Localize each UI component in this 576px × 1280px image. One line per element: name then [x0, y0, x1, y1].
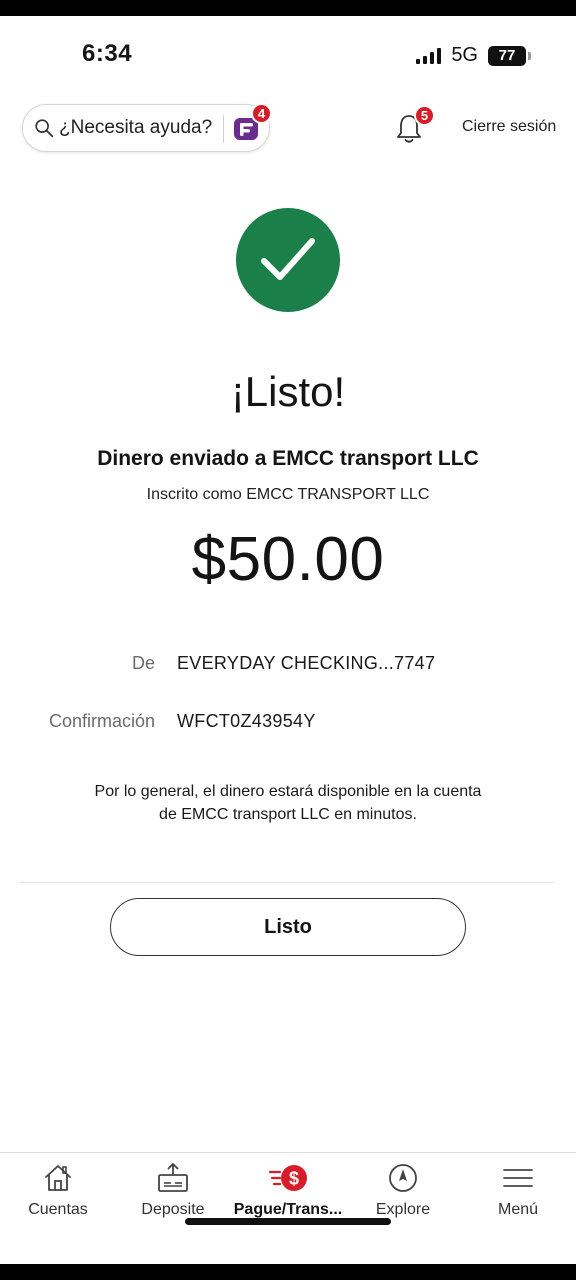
notifications-badge: 5	[414, 105, 435, 126]
battery-icon: 77	[488, 45, 531, 66]
screen: 6:34 5G 77 ¿Necesita ayuda? 4 5 Cierre s…	[0, 16, 576, 1264]
bottom-nav: Cuentas Deposite $ Pague/Trans... Explor…	[0, 1152, 576, 1264]
search-icon	[35, 119, 54, 138]
nav-label: Pague/Trans...	[233, 1201, 343, 1218]
svg-text:$: $	[289, 1169, 299, 1189]
nav-item-accounts[interactable]: Cuentas	[0, 1161, 116, 1219]
divider	[20, 882, 554, 883]
nav-item-deposit[interactable]: Deposite	[115, 1161, 231, 1219]
status-time: 6:34	[82, 40, 133, 67]
compass-icon	[389, 1164, 417, 1192]
signal-icon	[416, 47, 442, 64]
confirmation-label: Confirmación	[48, 711, 155, 731]
menu-icon	[503, 1169, 533, 1187]
from-account-row: De EVERYDAY CHECKING...7747	[0, 653, 576, 681]
from-label: De	[131, 653, 155, 673]
transfer-amount: $50.00	[191, 525, 385, 594]
nav-label: Cuentas	[28, 1201, 88, 1218]
help-badge: 4	[251, 103, 272, 124]
nav-item-pay-transfer[interactable]: $ Pague/Trans...	[230, 1161, 346, 1219]
pill-divider	[223, 115, 224, 143]
availability-note: Por lo general, el dinero estará disponi…	[94, 783, 482, 823]
signout-link[interactable]: Cierre sesión	[462, 118, 556, 136]
home-icon	[45, 1165, 71, 1191]
home-indicator[interactable]	[185, 1218, 391, 1225]
pay-transfer-icon: $	[268, 1165, 307, 1191]
confirmation-value: WFCT0Z43954Y	[177, 711, 316, 731]
battery-level: 77	[498, 47, 516, 64]
from-value: EVERYDAY CHECKING...7747	[177, 653, 436, 673]
nav-label: Deposite	[141, 1201, 205, 1218]
help-search-pill[interactable]: ¿Necesita ayuda? 4	[22, 103, 272, 152]
checkmark-icon	[261, 238, 315, 280]
done-button[interactable]: Listo	[110, 898, 466, 956]
page-title: ¡Listo!	[230, 368, 346, 415]
nav-item-menu[interactable]: Menú	[460, 1161, 576, 1219]
status-indicators: 5G 77	[416, 44, 531, 67]
network-type: 5G	[451, 44, 478, 66]
success-check-icon	[236, 208, 340, 312]
confirmation-number-row: Confirmación WFCT0Z43954Y	[0, 711, 576, 739]
nav-label: Menú	[497, 1201, 539, 1218]
help-placeholder: ¿Necesita ayuda?	[59, 117, 213, 138]
enrolled-name: Inscrito como EMCC TRANSPORT LLC	[146, 486, 430, 503]
nav-label: Explore	[375, 1201, 431, 1218]
deposit-icon	[158, 1163, 188, 1192]
nav-item-explore[interactable]: Explore	[345, 1161, 461, 1219]
recipient-heading: Dinero enviado a EMCC transport LLC	[97, 447, 479, 470]
